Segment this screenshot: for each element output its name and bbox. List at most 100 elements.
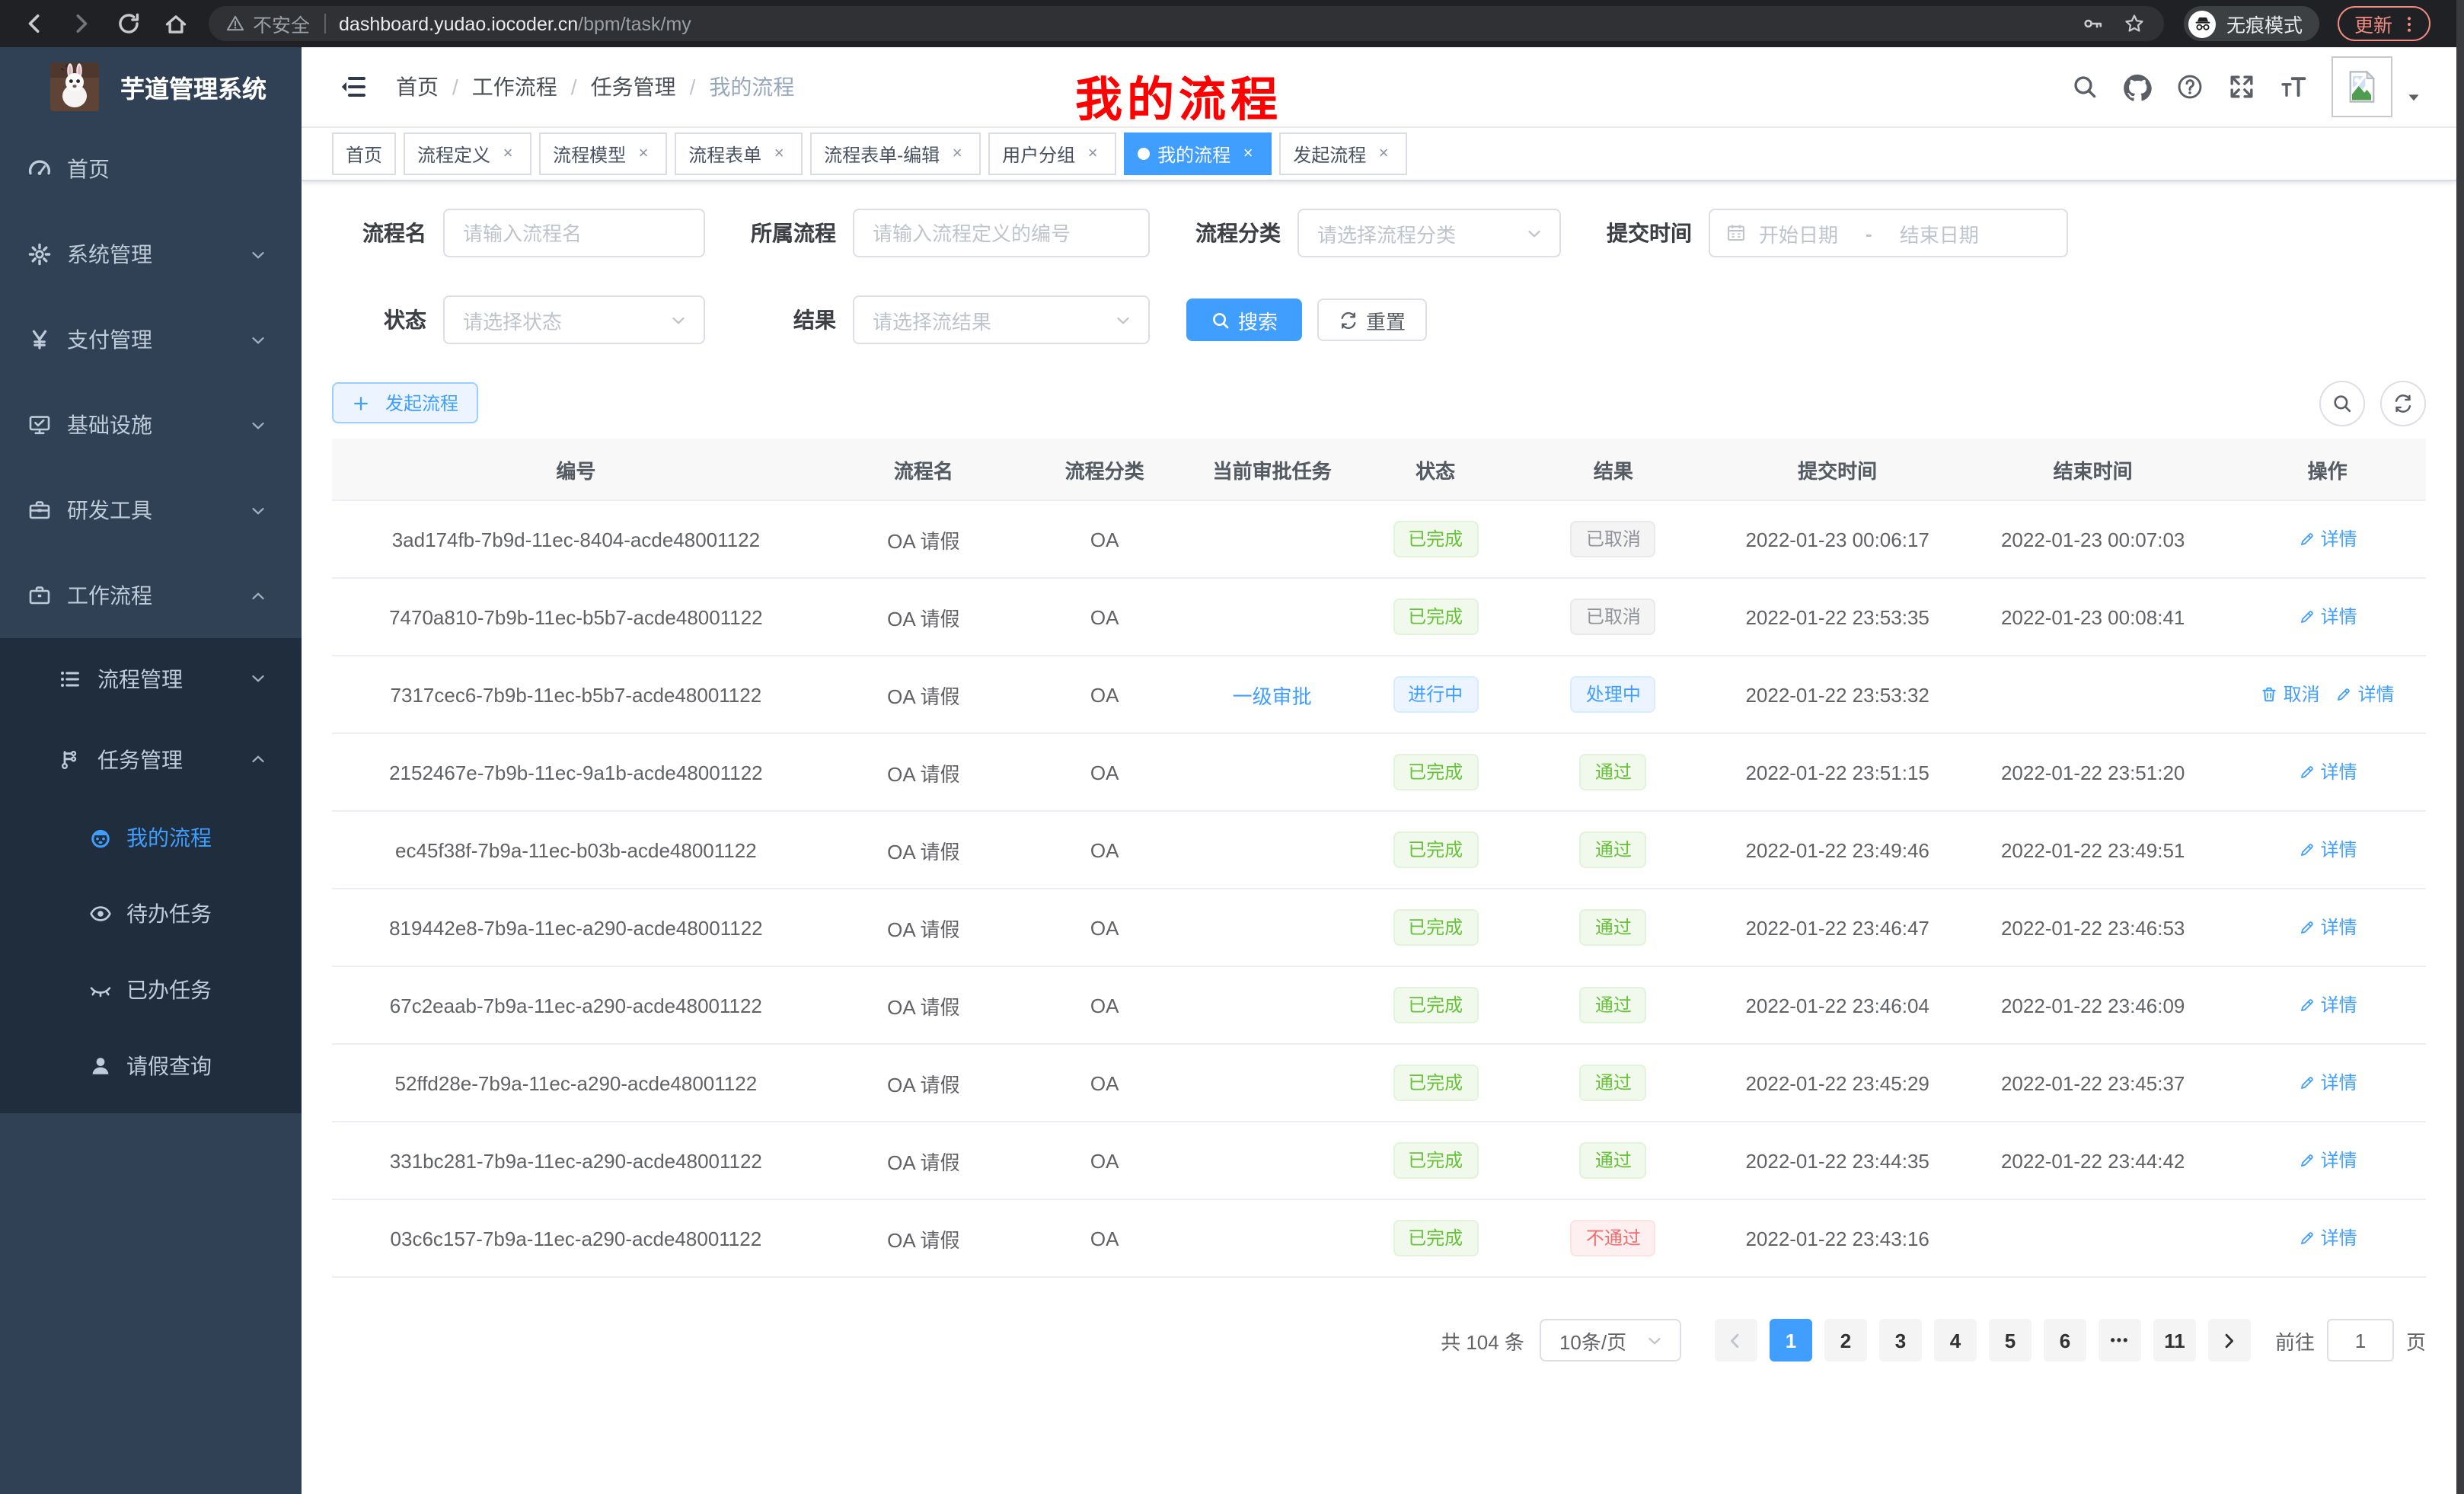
forward-icon[interactable] bbox=[69, 11, 94, 37]
detail-action[interactable]: 详情 bbox=[2298, 915, 2357, 940]
detail-action[interactable]: 详情 bbox=[2298, 992, 2357, 1018]
date-range-picker[interactable]: 开始日期 - 结束日期 bbox=[1709, 209, 2068, 257]
home-icon[interactable] bbox=[163, 11, 189, 37]
sidebar-item-leave-query[interactable]: 请假查询 bbox=[0, 1028, 302, 1104]
page-button-1[interactable]: 1 bbox=[1770, 1319, 1812, 1362]
process-name-input[interactable] bbox=[443, 209, 705, 257]
update-button[interactable]: 更新 bbox=[2338, 6, 2430, 41]
parent-process-input[interactable] bbox=[853, 209, 1150, 257]
breadcrumb-item[interactable]: 任务管理 bbox=[591, 72, 676, 102]
detail-action[interactable]: 详情 bbox=[2298, 604, 2357, 630]
cancel-action[interactable]: 取消 bbox=[2261, 682, 2320, 707]
tab-首页[interactable]: 首页 bbox=[332, 132, 396, 175]
sidebar-item-todo-tasks[interactable]: 待办任务 bbox=[0, 876, 302, 952]
result-badge: 已取消 bbox=[1571, 521, 1656, 557]
sidebar-item-infrastructure[interactable]: 基础设施 bbox=[0, 382, 302, 468]
sidebar-item-label: 首页 bbox=[67, 154, 110, 184]
category-select[interactable]: 请选择流程分类 bbox=[1297, 209, 1561, 257]
password-key-icon[interactable] bbox=[2082, 12, 2105, 35]
detail-action[interactable]: 详情 bbox=[2298, 526, 2357, 552]
detail-action[interactable]: 详情 bbox=[2298, 837, 2357, 863]
hamburger-icon[interactable] bbox=[338, 72, 369, 102]
search-icon[interactable] bbox=[2071, 73, 2099, 101]
reset-button[interactable]: 重置 bbox=[1317, 298, 1427, 341]
breadcrumb-separator: / bbox=[571, 75, 577, 99]
tab-close-icon[interactable]: × bbox=[769, 144, 789, 164]
next-page-button[interactable] bbox=[2208, 1319, 2251, 1362]
sidebar-item-done-tasks[interactable]: 已办任务 bbox=[0, 952, 302, 1028]
page-button-3[interactable]: 3 bbox=[1879, 1319, 1922, 1362]
fullscreen-icon[interactable] bbox=[2228, 73, 2255, 101]
tab-close-icon[interactable]: × bbox=[947, 144, 967, 164]
sidebar-item-my-process[interactable]: 我的流程 bbox=[0, 800, 302, 876]
breadcrumb-item[interactable]: 工作流程 bbox=[472, 72, 557, 102]
table-cell: 52ffd28e-7b9a-11ec-a290-acde48001122 bbox=[332, 1071, 820, 1094]
font-size-icon[interactable] bbox=[2280, 73, 2307, 101]
back-icon[interactable] bbox=[21, 11, 47, 37]
detail-action[interactable]: 详情 bbox=[2298, 1148, 2357, 1173]
security-chip[interactable]: 不安全 bbox=[253, 9, 310, 38]
tab-流程表单[interactable]: 流程表单× bbox=[675, 132, 803, 175]
search-button[interactable]: 搜索 bbox=[1186, 298, 1302, 341]
tab-close-icon[interactable]: × bbox=[634, 144, 653, 164]
more-pages-button[interactable]: ••• bbox=[2099, 1319, 2141, 1362]
tab-发起流程[interactable]: 发起流程× bbox=[1279, 132, 1407, 175]
tab-close-icon[interactable]: × bbox=[498, 144, 518, 164]
current-task-link[interactable]: 一级审批 bbox=[1233, 685, 1312, 707]
address-bar[interactable]: 不安全 dashboard.yudao.iocoder.cn/bpm/task/… bbox=[209, 6, 2164, 41]
sidebar-item-payment-management[interactable]: 支付管理 bbox=[0, 297, 302, 382]
tab-close-icon[interactable]: × bbox=[1238, 144, 1258, 164]
submit-time: 2022-01-23 00:06:17 bbox=[1745, 528, 1929, 551]
url-text[interactable]: dashboard.yudao.iocoder.cn/bpm/task/my bbox=[339, 13, 691, 34]
page-button-6[interactable]: 6 bbox=[2044, 1319, 2086, 1362]
sidebar-item-label: 待办任务 bbox=[126, 899, 212, 929]
detail-action[interactable]: 详情 bbox=[2298, 759, 2357, 785]
sidebar-item-system-management[interactable]: 系统管理 bbox=[0, 212, 302, 297]
tab-我的流程[interactable]: 我的流程× bbox=[1124, 132, 1272, 175]
table-refresh-button[interactable] bbox=[2380, 380, 2426, 426]
detail-action[interactable]: 详情 bbox=[2298, 1225, 2357, 1251]
tab-close-icon[interactable]: × bbox=[1374, 144, 1393, 164]
broken-image-icon bbox=[2344, 69, 2380, 105]
page-button-2[interactable]: 2 bbox=[1824, 1319, 1867, 1362]
tab-close-icon[interactable]: × bbox=[1083, 144, 1103, 164]
status-select[interactable]: 请选择状态 bbox=[443, 295, 705, 344]
detail-action[interactable]: 详情 bbox=[2298, 1070, 2357, 1096]
help-icon[interactable] bbox=[2176, 73, 2204, 101]
breadcrumb-item[interactable]: 首页 bbox=[396, 72, 439, 102]
app-logo[interactable]: 芋道管理系统 bbox=[0, 47, 302, 126]
process-table: 编号流程名流程分类当前审批任务状态结果提交时间结束时间操作3ad174fb-7b… bbox=[332, 439, 2426, 1278]
caret-down-icon[interactable] bbox=[2405, 88, 2423, 107]
status-badge: 已完成 bbox=[1393, 754, 1478, 790]
sidebar-item-workflow[interactable]: 工作流程 bbox=[0, 553, 302, 638]
result-badge: 通过 bbox=[1580, 909, 1647, 946]
page-size-select[interactable]: 10条/页 bbox=[1540, 1319, 1681, 1362]
more-vert-icon[interactable] bbox=[2399, 13, 2420, 34]
detail-action[interactable]: 详情 bbox=[2335, 682, 2395, 707]
sidebar-item-home[interactable]: 首页 bbox=[0, 126, 302, 212]
page-button-5[interactable]: 5 bbox=[1989, 1319, 2032, 1362]
tab-流程定义[interactable]: 流程定义× bbox=[404, 132, 531, 175]
tab-流程表单-编辑[interactable]: 流程表单-编辑× bbox=[810, 132, 981, 175]
tab-用户分组[interactable]: 用户分组× bbox=[988, 132, 1116, 175]
status-badge: 已完成 bbox=[1393, 1065, 1478, 1101]
sidebar-item-label: 支付管理 bbox=[67, 324, 152, 355]
avatar[interactable] bbox=[2332, 56, 2392, 117]
sidebar-item-dev-tools[interactable]: 研发工具 bbox=[0, 468, 302, 553]
create-process-button[interactable]: 发起流程 bbox=[332, 382, 478, 423]
sidebar-item-process-management[interactable]: 流程管理 bbox=[0, 638, 302, 719]
page-button-4[interactable]: 4 bbox=[1934, 1319, 1977, 1362]
tab-流程模型[interactable]: 流程模型× bbox=[539, 132, 667, 175]
bookmark-star-icon[interactable] bbox=[2123, 12, 2146, 35]
result-select[interactable]: 请选择流结果 bbox=[853, 295, 1150, 344]
submit-time: 2022-01-22 23:49:46 bbox=[1745, 838, 1929, 861]
page-button-11[interactable]: 11 bbox=[2153, 1319, 2196, 1362]
prev-page-button[interactable] bbox=[1715, 1319, 1757, 1362]
refresh-icon bbox=[1339, 310, 1358, 330]
github-icon[interactable] bbox=[2123, 72, 2152, 101]
sidebar-item-task-management[interactable]: 任务管理 bbox=[0, 719, 302, 800]
table-cell: 通过 bbox=[1508, 754, 1718, 790]
goto-page-input[interactable] bbox=[2327, 1319, 2394, 1362]
table-search-button[interactable] bbox=[2319, 380, 2365, 426]
reload-icon[interactable] bbox=[116, 11, 142, 37]
